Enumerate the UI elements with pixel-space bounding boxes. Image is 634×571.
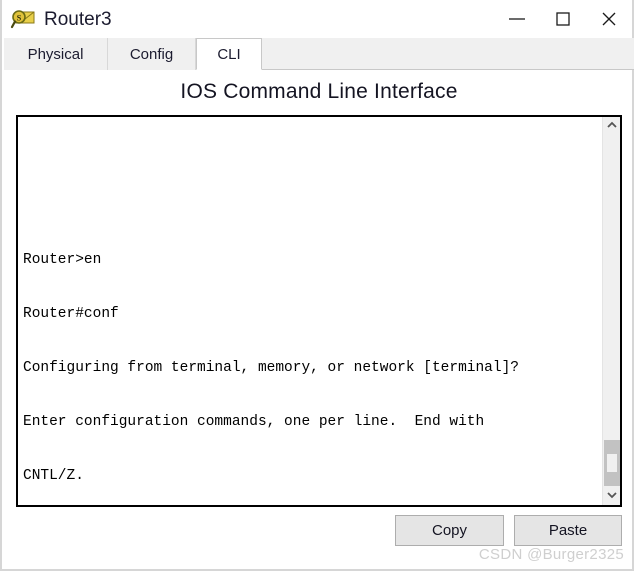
tab-config[interactable]: Config xyxy=(108,38,196,70)
copy-button-label: Copy xyxy=(431,522,468,539)
cli-terminal[interactable]: Router>en Router#conf Configuring from t… xyxy=(16,115,622,507)
tab-cli[interactable]: CLI xyxy=(196,38,262,70)
svg-text:S: S xyxy=(17,14,22,23)
tab-cli-label: CLI xyxy=(217,45,241,63)
chevron-up-icon xyxy=(606,117,618,135)
minimize-icon xyxy=(506,12,528,26)
terminal-output[interactable]: Router>en Router#conf Configuring from t… xyxy=(23,119,601,505)
terminal-line: Configuring from terminal, memory, or ne… xyxy=(23,360,519,376)
close-button[interactable] xyxy=(586,0,632,38)
router-cli-window: S Router3 Physical Config CLI IOS Comman… xyxy=(0,0,634,571)
watermark: CSDN @Burger2325 xyxy=(478,546,624,563)
window-title: Router3 xyxy=(44,8,112,30)
terminal-line: CNTL/Z. xyxy=(23,468,84,484)
minimize-button[interactable] xyxy=(494,0,540,38)
paste-button-label: Paste xyxy=(548,522,588,539)
scrollbar-thumb[interactable] xyxy=(604,440,620,486)
copy-button[interactable]: Copy xyxy=(395,515,504,546)
scroll-down-button[interactable] xyxy=(603,487,620,505)
title-bar: S Router3 xyxy=(2,0,632,38)
terminal-line: Router#conf xyxy=(23,306,119,322)
chevron-down-icon xyxy=(606,487,618,505)
tab-config-label: Config xyxy=(129,45,174,63)
maximize-button[interactable] xyxy=(540,0,586,38)
close-icon xyxy=(598,8,620,30)
scrollbar-thumb-grip xyxy=(607,454,617,472)
tab-physical-label: Physical xyxy=(27,45,84,63)
page-title: IOS Command Line Interface xyxy=(180,80,458,103)
terminal-scrollbar[interactable] xyxy=(602,117,620,505)
window-controls xyxy=(494,0,632,38)
terminal-line: Enter configuration commands, one per li… xyxy=(23,414,485,430)
scroll-up-button[interactable] xyxy=(603,117,620,135)
router-envelope-icon: S xyxy=(10,6,36,32)
tab-physical[interactable]: Physical xyxy=(4,38,108,70)
tab-strip: Physical Config CLI xyxy=(4,38,634,70)
terminal-line: Router>en xyxy=(23,252,102,268)
maximize-icon xyxy=(553,9,573,29)
paste-button[interactable]: Paste xyxy=(514,515,622,546)
